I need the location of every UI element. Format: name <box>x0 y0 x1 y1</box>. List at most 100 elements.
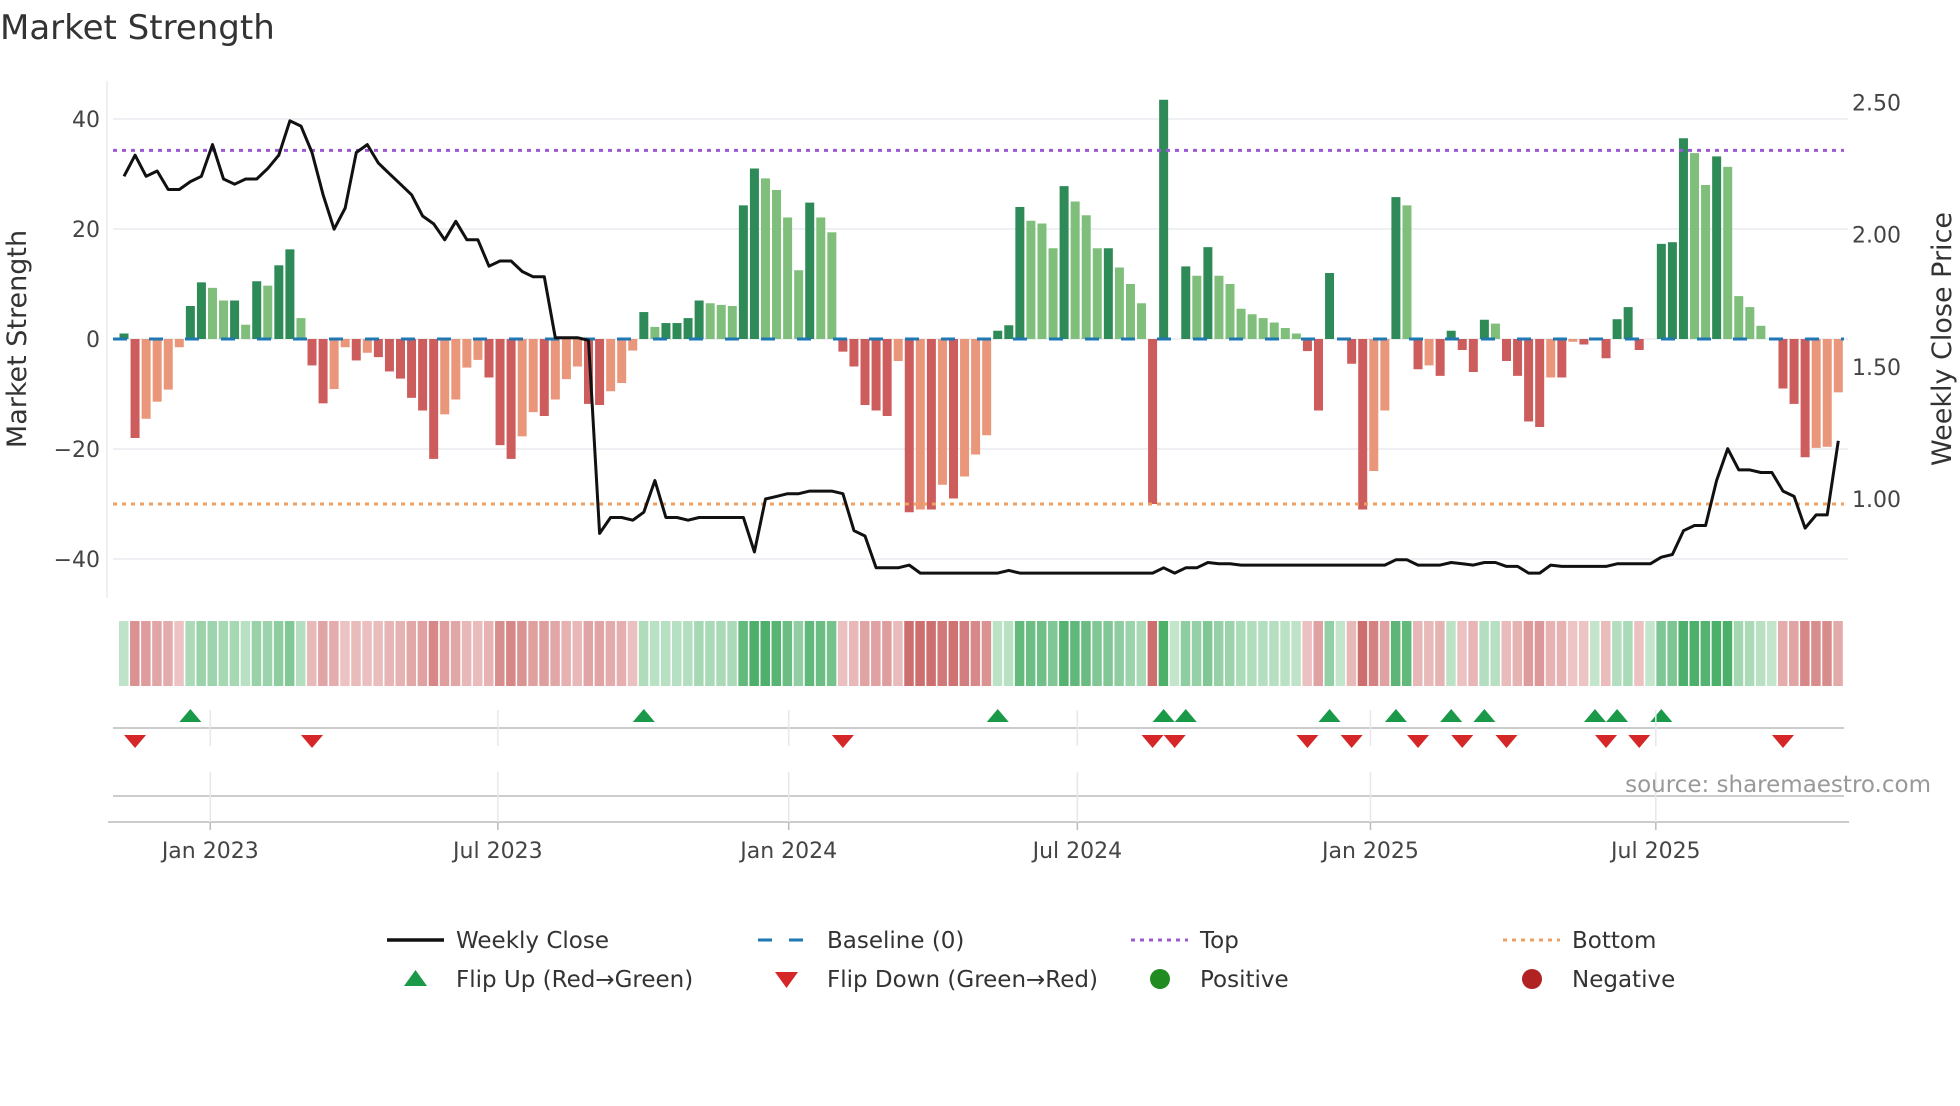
strength-bar <box>993 330 1003 339</box>
strength-bar <box>960 339 970 477</box>
strength-bar <box>1004 325 1014 339</box>
strength-bar <box>141 339 151 419</box>
strength-bar <box>1756 325 1766 339</box>
strip-cell <box>1247 621 1257 686</box>
strength-bar <box>1203 247 1213 339</box>
strength-bar <box>1557 339 1567 378</box>
strip-cell <box>163 621 173 686</box>
strip-cell <box>1048 621 1058 686</box>
strip-cell <box>1236 621 1246 686</box>
strength-heat-strip <box>119 621 1843 686</box>
left-axis-title: Market Strength <box>2 230 33 448</box>
strip-cell <box>1501 621 1511 686</box>
strip-cell <box>262 621 273 686</box>
strip-cell <box>1578 621 1589 686</box>
chart-title: Market Strength <box>0 8 275 48</box>
strength-bar <box>1568 339 1578 342</box>
strength-bar <box>1424 339 1434 366</box>
strip-cell <box>672 621 682 686</box>
strip-cell <box>959 621 970 686</box>
y2-tick-label: 1.00 <box>1852 488 1901 513</box>
strip-cell <box>605 621 616 686</box>
strip-cell <box>1357 621 1368 686</box>
strength-bar <box>617 339 627 383</box>
strength-bar <box>1612 319 1622 339</box>
strength-bar <box>230 300 240 339</box>
strength-bar <box>263 285 273 339</box>
strip-cell <box>152 621 162 686</box>
strength-bar <box>1125 284 1135 339</box>
strength-bar <box>1026 220 1036 339</box>
strength-bar <box>1313 339 1323 411</box>
strength-bar <box>1291 333 1301 339</box>
strength-bar <box>1181 266 1191 339</box>
strength-bar <box>373 339 383 358</box>
strip-cell <box>428 621 439 686</box>
strength-bar <box>1513 339 1523 376</box>
strip-cell <box>1280 621 1290 686</box>
flip-down-marker <box>124 735 147 748</box>
strip-cell <box>130 621 140 686</box>
strip-cell <box>141 621 151 686</box>
strip-cell <box>251 621 262 686</box>
strength-bar <box>1325 273 1335 339</box>
strip-cell <box>981 621 992 686</box>
strip-cell <box>1269 621 1279 686</box>
legend-label-top: Top <box>1199 928 1239 954</box>
strip-cell <box>351 621 361 686</box>
strength-bar <box>1800 339 1810 458</box>
strength-bar <box>1579 339 1589 345</box>
strength-bar <box>661 323 671 339</box>
strip-cell <box>1667 621 1677 686</box>
strength-bar <box>926 339 936 510</box>
strength-bar <box>1236 308 1246 339</box>
legend-label-flip-up: Flip Up (Red→Green) <box>456 967 693 993</box>
strength-bar <box>418 339 428 411</box>
flip-down-marker <box>1595 735 1618 748</box>
strip-cell <box>926 621 936 686</box>
strip-cell <box>893 621 903 686</box>
strength-bar <box>893 339 903 361</box>
y-tick-label: 0 <box>86 328 100 353</box>
strip-cell <box>992 621 1003 686</box>
strip-cell <box>329 621 339 686</box>
strength-bar <box>1778 339 1788 389</box>
strip-cell <box>815 621 826 686</box>
strip-cell <box>1081 621 1091 686</box>
strength-bar <box>1745 307 1755 339</box>
strip-cell <box>1313 621 1323 686</box>
strip-cell <box>207 621 217 686</box>
strength-bar <box>639 312 649 339</box>
strength-bar <box>362 339 372 353</box>
strength-bar <box>1391 197 1401 339</box>
strip-cell <box>1811 621 1821 686</box>
strength-bar <box>705 303 715 339</box>
strip-cell <box>495 621 505 686</box>
strip-cell <box>550 621 560 686</box>
strip-cell <box>340 621 350 686</box>
strength-bar <box>1678 138 1688 339</box>
strength-bar <box>318 339 328 404</box>
strip-cell <box>1180 621 1191 686</box>
strip-cell <box>660 621 671 686</box>
strip-cell <box>1413 621 1423 686</box>
strip-cell <box>826 621 837 686</box>
strip-cell <box>860 621 870 686</box>
strip-cell <box>307 621 317 686</box>
flip-down-marker <box>1495 735 1518 748</box>
strength-bar <box>760 178 770 339</box>
strip-cell <box>749 621 759 686</box>
strip-cell <box>594 621 605 686</box>
legend-label-baseline: Baseline (0) <box>827 928 964 954</box>
flip-up-marker <box>1152 709 1175 722</box>
strip-cell <box>273 621 284 686</box>
strip-cell <box>229 621 240 686</box>
strip-cell <box>1147 621 1158 686</box>
strip-cell <box>1368 621 1379 686</box>
strength-bar <box>506 339 516 459</box>
legend-label-negative: Negative <box>1572 967 1675 993</box>
strength-bar <box>1269 322 1279 339</box>
strength-bar <box>384 339 394 372</box>
strip-cell <box>1202 621 1213 686</box>
green-dot-icon <box>1150 969 1170 989</box>
